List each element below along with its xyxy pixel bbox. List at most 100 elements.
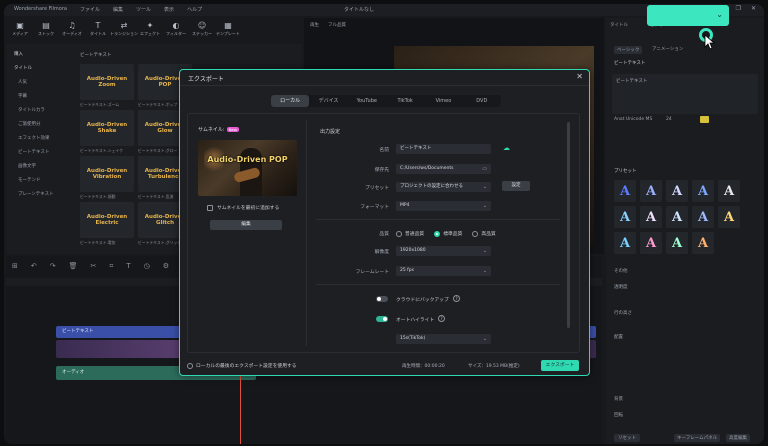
- top-export-button[interactable]: ⌄: [647, 5, 729, 26]
- highlight-duration-select[interactable]: 15s(TikTok) ⌄: [396, 334, 491, 344]
- library-sidebar-item[interactable]: 画像文字: [8, 160, 68, 174]
- preset-style[interactable]: A: [666, 232, 688, 254]
- stock-icon: ▤: [42, 21, 50, 30]
- export-tab[interactable]: YouTube: [348, 95, 386, 107]
- resolution-select[interactable]: 1920x1080 ⌄: [396, 246, 491, 256]
- adjust-icon[interactable]: ⚙: [163, 262, 169, 271]
- library-sidebar-item[interactable]: タイトルカラ: [8, 104, 68, 118]
- text-icon[interactable]: T: [126, 262, 130, 271]
- menu-item[interactable]: ファイル: [80, 6, 100, 13]
- toolbar-audio-button[interactable]: ♫ オーディオ: [60, 18, 84, 40]
- toolbar-sticker-button[interactable]: ☺ ステッカー: [190, 18, 214, 40]
- toggle-knob: [383, 317, 387, 321]
- library-sidebar-item[interactable]: プレーンテキスト: [8, 188, 68, 202]
- library-item[interactable]: Audio-Driven Shake ビートテキスト-シェイク: [80, 110, 134, 156]
- preset-style[interactable]: A: [692, 206, 714, 228]
- menu-item[interactable]: ツール: [136, 6, 151, 13]
- cloud-backup-toggle[interactable]: [376, 296, 388, 302]
- maximize-button[interactable]: ❐: [736, 5, 741, 12]
- preset-select[interactable]: プロジェクトの設定に合わせる ⌄: [396, 182, 491, 192]
- format-select[interactable]: MP4 ⌄: [396, 201, 491, 211]
- text-input[interactable]: ビートテキスト: [612, 74, 758, 114]
- menu-item[interactable]: 表示: [164, 6, 174, 13]
- preset-style[interactable]: A: [614, 206, 636, 228]
- name-input[interactable]: ビートテキスト: [396, 144, 491, 154]
- layout-icon[interactable]: ⊞: [12, 262, 18, 271]
- quality-option[interactable]: 標準品質: [434, 230, 462, 237]
- close-icon[interactable]: ✕: [576, 72, 583, 81]
- menu-item[interactable]: ヘルプ: [187, 6, 202, 13]
- add-thumbnail-checkbox[interactable]: サムネイルを最初に追加する: [207, 204, 279, 211]
- menu-item[interactable]: 編集: [113, 6, 123, 13]
- preset-style[interactable]: A: [692, 180, 714, 202]
- library-sidebar-item[interactable]: モーテンド: [8, 174, 68, 188]
- settings-scrollbar[interactable]: [567, 122, 570, 328]
- library-item[interactable]: Audio-Driven Electric ビートテキスト-電気: [80, 202, 134, 248]
- library-item[interactable]: Audio-Driven Zoom ビートテキスト-ズーム: [80, 64, 134, 110]
- preset-style[interactable]: A: [614, 180, 636, 202]
- redo-icon[interactable]: ↷: [50, 262, 56, 271]
- text-section-label: ビートテキスト: [614, 61, 646, 66]
- use-last-settings-option[interactable]: ローカルの最後のエクスポート設定を使用する: [187, 362, 297, 369]
- delete-icon[interactable]: 🗑: [69, 262, 78, 271]
- preset-style[interactable]: A: [640, 232, 662, 254]
- ai-rename-icon[interactable]: ☁: [503, 144, 510, 152]
- reset-button[interactable]: リセット: [614, 434, 640, 442]
- library-sidebar-item[interactable]: 人気: [8, 76, 68, 90]
- library-sidebar-item[interactable]: 字幕: [8, 90, 68, 104]
- subtab-basic[interactable]: ベーシック: [614, 46, 643, 54]
- close-window-button[interactable]: ✕: [751, 5, 756, 12]
- preset-style[interactable]: A: [640, 206, 662, 228]
- font-select[interactable]: Anat Unicode MS: [614, 117, 652, 122]
- tab-title[interactable]: タイトル: [610, 22, 628, 28]
- auto-highlight-toggle[interactable]: [376, 316, 388, 322]
- font-size-select[interactable]: 24: [666, 117, 672, 122]
- undo-icon[interactable]: ↶: [31, 262, 37, 271]
- subtab-animation[interactable]: アニメーション: [652, 46, 683, 52]
- library-sidebar-item[interactable]: エフェクト効果: [8, 132, 68, 146]
- library-sidebar-item[interactable]: ビートテキスト: [8, 146, 68, 160]
- font-color-swatch[interactable]: [700, 116, 709, 123]
- toolbar-media-button[interactable]: ▣ メディア: [8, 18, 32, 40]
- keyframe-panel-button[interactable]: キーフレームパネル: [674, 434, 721, 442]
- speed-icon[interactable]: ◷: [144, 262, 150, 271]
- framerate-select[interactable]: 25 fps ⌄: [396, 266, 491, 276]
- format-label: フォーマット: [360, 205, 389, 210]
- cut-icon[interactable]: ✂: [91, 262, 97, 271]
- preview-label-b[interactable]: フル品質: [328, 22, 346, 28]
- preset-style[interactable]: A: [640, 180, 662, 202]
- library-sidebar-item[interactable]: ご旅使用分: [8, 118, 68, 132]
- preset-style[interactable]: A: [718, 180, 740, 202]
- export-tab[interactable]: Vimeo: [424, 95, 462, 107]
- preset-style[interactable]: A: [614, 232, 636, 254]
- advanced-edit-button[interactable]: 高度編集: [726, 434, 750, 442]
- toolbar-effect-button[interactable]: ✦ エフェクト: [138, 18, 162, 40]
- folder-icon[interactable]: ▭: [482, 164, 487, 174]
- save-location-input[interactable]: C:/Users/ws/Documents ▭: [396, 164, 491, 174]
- toolbar-transition-button[interactable]: ⇄ トランジション: [110, 18, 138, 40]
- preset-style[interactable]: A: [718, 206, 740, 228]
- library-sidebar-item[interactable]: タイトル: [8, 62, 68, 76]
- library-item[interactable]: Audio-Driven Vibration ビートテキスト-振動: [80, 156, 134, 202]
- library-sidebar-item[interactable]: 購入: [8, 48, 68, 62]
- edit-thumbnail-button[interactable]: 編集: [210, 220, 282, 230]
- export-button[interactable]: エクスポート: [541, 360, 579, 371]
- quality-option[interactable]: 高品質: [472, 230, 496, 237]
- export-tab[interactable]: DVD: [463, 95, 501, 107]
- toolbar-title-button[interactable]: T タイトル: [86, 18, 110, 40]
- preset-settings-button[interactable]: 設定: [502, 181, 530, 191]
- crop-icon[interactable]: ⌗: [109, 262, 113, 271]
- toolbar-template-button[interactable]: ▦ テンプレート: [216, 18, 240, 40]
- help-icon[interactable]: ?: [438, 315, 445, 322]
- thumbnail-preview[interactable]: Audio-Driven POP: [198, 140, 297, 196]
- export-tab[interactable]: デバイス: [309, 95, 347, 107]
- preset-style[interactable]: A: [692, 232, 714, 254]
- toolbar-stock-button[interactable]: ▤ ストック: [34, 18, 58, 40]
- export-tab[interactable]: TikTok: [386, 95, 424, 107]
- help-icon[interactable]: ?: [453, 295, 460, 302]
- preset-style[interactable]: A: [666, 206, 688, 228]
- preset-style[interactable]: A: [666, 180, 688, 202]
- toolbar-filter-button[interactable]: ◐ フィルター: [164, 18, 188, 40]
- export-tab[interactable]: ローカル: [271, 95, 310, 107]
- quality-option[interactable]: 普通品質: [396, 230, 424, 237]
